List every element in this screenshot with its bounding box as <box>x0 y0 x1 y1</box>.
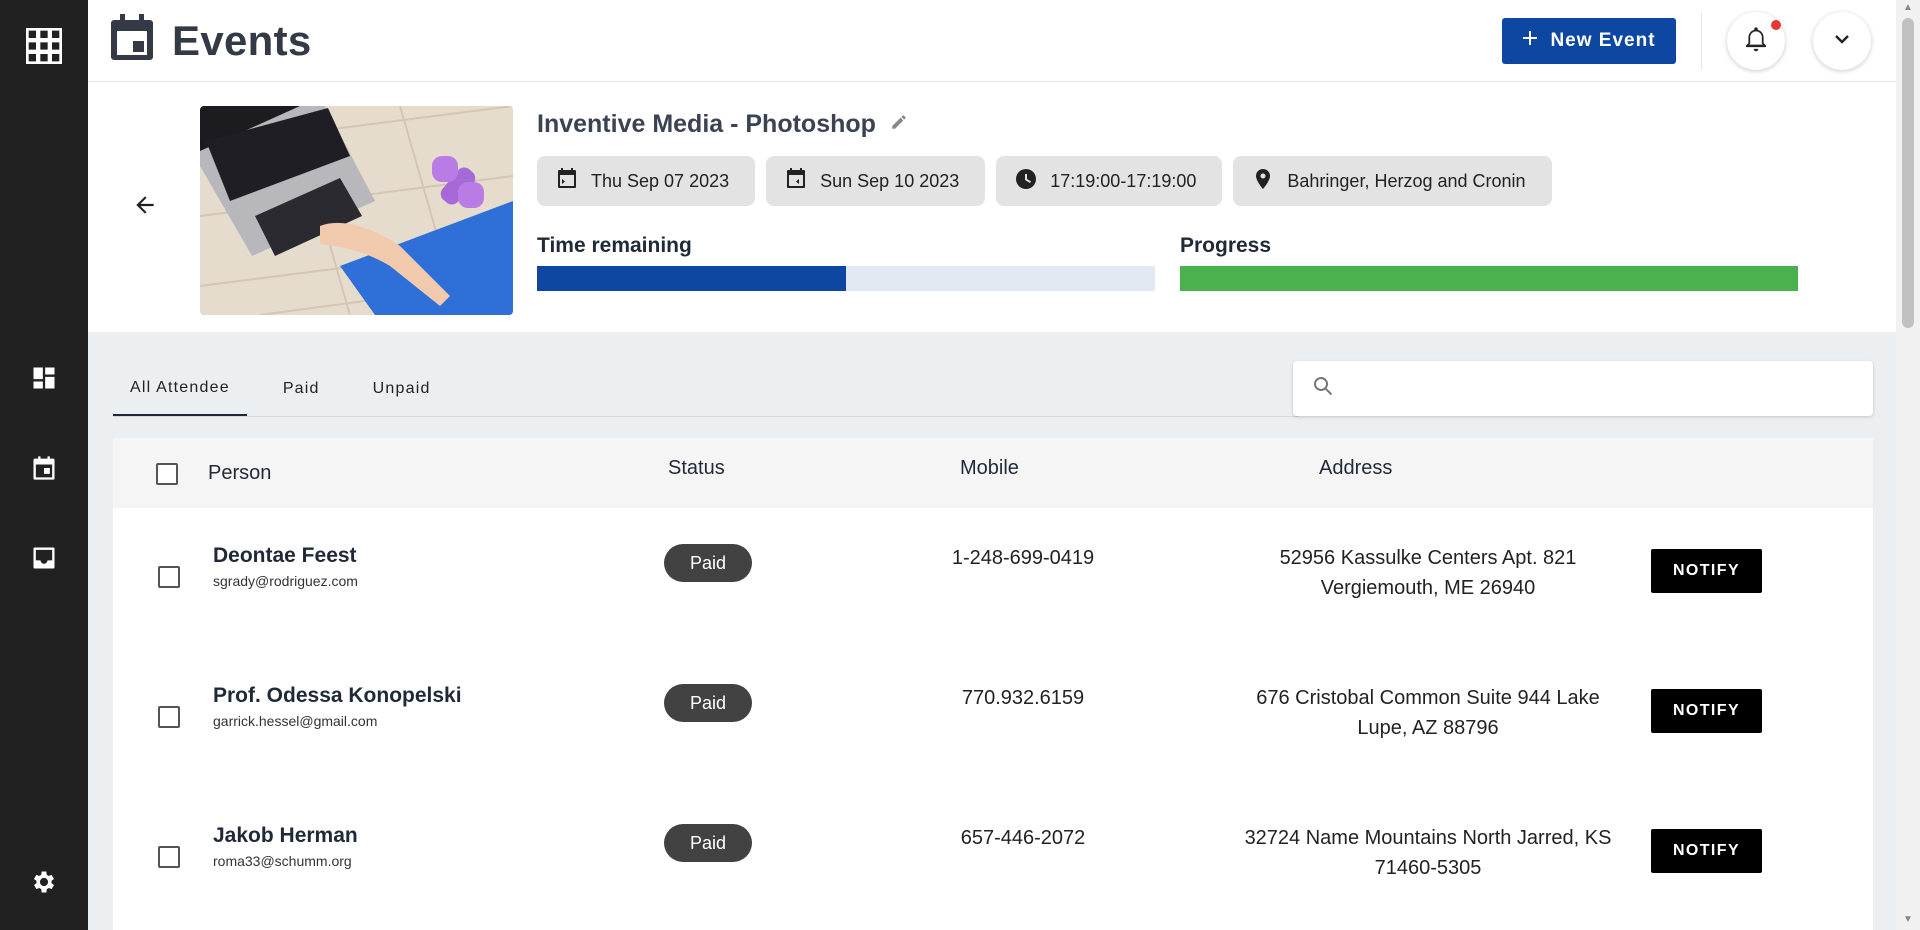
header-person: Person <box>208 462 272 484</box>
notify-button[interactable]: NOTIFY <box>1651 549 1762 593</box>
arrow-left-icon <box>132 192 158 223</box>
search-input[interactable] <box>1347 368 1873 409</box>
time-remaining-fill <box>537 266 846 291</box>
header-address: Address <box>1319 457 1393 479</box>
notify-button[interactable]: NOTIFY <box>1651 689 1762 733</box>
person-email: garrick.hessel@gmail.com <box>213 713 378 729</box>
new-event-label: New Event <box>1550 30 1656 51</box>
time-remaining-label: Time remaining <box>537 234 692 257</box>
address-line-2: Vergiemouth, ME 26940 <box>1320 577 1536 599</box>
person-email: roma33@schumm.org <box>213 853 352 869</box>
calendar-end-icon <box>784 167 808 196</box>
address: 32724 Name Mountains North Jarred, KS 71… <box>1243 823 1613 883</box>
map-pin-icon <box>1251 167 1275 196</box>
plus-icon <box>1522 30 1538 52</box>
search-box <box>1293 361 1873 416</box>
location: Bahringer, Herzog and Cronin <box>1287 170 1526 191</box>
settings-gear-icon[interactable] <box>22 860 66 904</box>
status-badge: Paid <box>664 544 752 582</box>
notifications-button[interactable] <box>1727 12 1785 70</box>
notify-button[interactable]: NOTIFY <box>1651 829 1762 873</box>
time-range: 17:19:00-17:19:00 <box>1050 170 1197 191</box>
progress-bar <box>1180 266 1798 291</box>
clock-icon <box>1014 167 1038 196</box>
back-button[interactable] <box>128 190 162 224</box>
status-badge: Paid <box>664 684 752 722</box>
event-info-chips: Thu Sep 07 2023 Sun Sep 10 2023 17:19:00… <box>537 156 1552 206</box>
attendee-tabs: All Attendee Paid Unpaid <box>113 362 1299 417</box>
calendar-event-icon[interactable] <box>22 446 66 490</box>
header-mobile: Mobile <box>960 457 1019 479</box>
dashboard-icon[interactable] <box>22 356 66 400</box>
start-date: Thu Sep 07 2023 <box>591 170 730 191</box>
header-status: Status <box>668 457 725 479</box>
event-image <box>200 106 513 315</box>
select-all-checkbox[interactable] <box>156 463 178 485</box>
address-line-2: Lupe, AZ 88796 <box>1357 717 1499 739</box>
notification-dot <box>1771 20 1781 30</box>
person-name: Prof. Odessa Konopelski <box>213 684 462 707</box>
address-line-1: 676 Cristobal Common Suite 944 Lake <box>1256 687 1600 709</box>
bell-icon <box>1742 25 1770 58</box>
table-header: Person Status Mobile Address <box>113 438 1873 508</box>
event-name-row: Inventive Media - Photoshop <box>537 110 908 139</box>
new-event-button[interactable]: New Event <box>1502 18 1676 64</box>
time-remaining-bar <box>537 266 1155 291</box>
page-scrollbar[interactable]: ▲ ▼ <box>1896 0 1920 930</box>
table-row: Prof. Odessa Konopelski garrick.hessel@g… <box>113 648 1873 788</box>
progress-fill <box>1180 266 1798 291</box>
row-checkbox[interactable] <box>158 706 180 728</box>
table-row: Jakob Herman roma33@schumm.org Paid 657-… <box>113 788 1873 928</box>
progress-label: Progress <box>1180 234 1272 257</box>
person-email: sgrady@rodriguez.com <box>213 573 358 589</box>
person-name: Deontae Feest <box>213 544 357 567</box>
page-title-group: Events <box>108 12 312 69</box>
location-chip: Bahringer, Herzog and Cronin <box>1233 156 1552 206</box>
person-name: Jakob Herman <box>213 824 358 847</box>
mobile-number: 770.932.6159 <box>961 687 1085 709</box>
top-bar: Events New Event <box>88 0 1896 82</box>
scroll-thumb[interactable] <box>1902 18 1914 328</box>
start-date-chip: Thu Sep 07 2023 <box>537 156 756 206</box>
calendar-start-icon <box>555 167 579 196</box>
calendar-icon <box>108 12 156 69</box>
app-root: Events New Event Inventive Media - Photo… <box>0 0 1920 930</box>
inbox-icon[interactable] <box>22 536 66 580</box>
scroll-down-arrow[interactable]: ▼ <box>1902 914 1914 926</box>
end-date: Sun Sep 10 2023 <box>820 170 960 191</box>
attendee-section: All Attendee Paid Unpaid Person Status M… <box>88 332 1896 930</box>
time-chip: 17:19:00-17:19:00 <box>996 156 1223 206</box>
address-line-2: 71460-5305 <box>1374 857 1482 879</box>
row-checkbox[interactable] <box>158 566 180 588</box>
event-name: Inventive Media - Photoshop <box>537 110 876 138</box>
tab-unpaid[interactable]: Unpaid <box>356 362 448 416</box>
address-line-1: 32724 Name Mountains North Jarred, KS <box>1244 827 1612 849</box>
status-badge: Paid <box>664 824 752 862</box>
topbar-divider <box>1701 12 1702 70</box>
mobile-number: 657-446-2072 <box>960 827 1086 849</box>
apps-grid-icon[interactable] <box>22 24 66 68</box>
address-line-1: 52956 Kassulke Centers Apt. 821 <box>1279 547 1577 569</box>
mobile-number: 1-248-699-0419 <box>951 547 1095 569</box>
sidebar <box>0 0 88 930</box>
tab-paid[interactable]: Paid <box>266 362 337 416</box>
address: 676 Cristobal Common Suite 944 Lake Lupe… <box>1243 683 1613 743</box>
search-icon <box>1311 374 1335 403</box>
edit-pencil-icon[interactable] <box>890 113 908 136</box>
end-date-chip: Sun Sep 10 2023 <box>766 156 986 206</box>
address: 52956 Kassulke Centers Apt. 821 Vergiemo… <box>1243 543 1613 603</box>
tab-all-attendee[interactable]: All Attendee <box>113 362 247 416</box>
page-title: Events <box>172 16 312 64</box>
scroll-up-arrow[interactable]: ▲ <box>1902 2 1914 14</box>
row-checkbox[interactable] <box>158 846 180 868</box>
account-menu-button[interactable] <box>1813 12 1871 70</box>
attendee-table: Person Status Mobile Address Deontae Fee… <box>113 438 1873 930</box>
chevron-down-icon <box>1832 29 1852 54</box>
table-row: Deontae Feest sgrady@rodriguez.com Paid … <box>113 508 1873 648</box>
